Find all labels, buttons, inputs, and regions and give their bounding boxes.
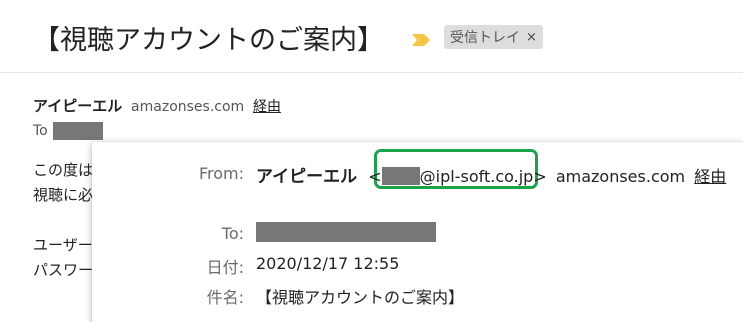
subject-value: 【視聴アカウントのご案内】	[256, 288, 465, 307]
email-body: この度は 視聴に必 ユーザー パスワー	[33, 158, 93, 283]
from-value: アイピーエル < @ipl-soft.co.jp> amazonses.com 経…	[256, 162, 726, 187]
via-link[interactable]: 経由	[253, 99, 281, 115]
body-line: この度は	[33, 161, 94, 179]
inbox-label-chip[interactable]: 受信トレイ ×	[444, 25, 543, 49]
sender-line: アイピーエル amazonses.com 経由	[33, 95, 281, 116]
from-address-suffix: @ipl-soft.co.jp	[419, 167, 534, 186]
body-line: ユーザー	[33, 236, 93, 254]
redacted-recipient	[256, 222, 436, 242]
from-address: < @ipl-soft.co.jp>	[368, 167, 552, 186]
close-icon[interactable]: ×	[526, 30, 537, 45]
inbox-label-text: 受信トレイ	[450, 30, 520, 46]
redacted-recipient	[52, 122, 103, 140]
to-label: To	[33, 123, 48, 139]
message-details-popup: From: アイピーエル < @ipl-soft.co.jp> amazonses…	[92, 142, 743, 322]
body-line: パスワー	[33, 261, 94, 279]
sender-name[interactable]: アイピーエル	[33, 97, 122, 115]
recipient-line: To	[33, 122, 103, 140]
body-line	[33, 208, 93, 233]
date-label: 日付:	[206, 258, 244, 277]
date-value: 2020/12/17 12:55	[256, 254, 400, 273]
to-value	[256, 222, 436, 246]
header-divider	[0, 72, 743, 73]
redacted-address-local	[381, 167, 420, 185]
from-domain: amazonses.com	[555, 167, 686, 186]
from-gt: >	[533, 167, 547, 186]
subject-label: 件名:	[206, 288, 244, 307]
via-link[interactable]: 経由	[694, 167, 726, 186]
importance-marker-icon[interactable]	[412, 31, 430, 46]
from-name: アイピーエル	[256, 167, 358, 187]
subject-row: 【視聴アカウントのご案内】 受信トレイ ×	[33, 14, 543, 60]
body-line: 視聴に必	[33, 186, 94, 204]
from-label: From:	[198, 164, 244, 183]
email-subject: 【視聴アカウントのご案内】	[33, 24, 384, 56]
from-lt: <	[368, 167, 382, 186]
sender-domain: amazonses.com	[131, 99, 245, 115]
to-label: To:	[221, 224, 244, 243]
